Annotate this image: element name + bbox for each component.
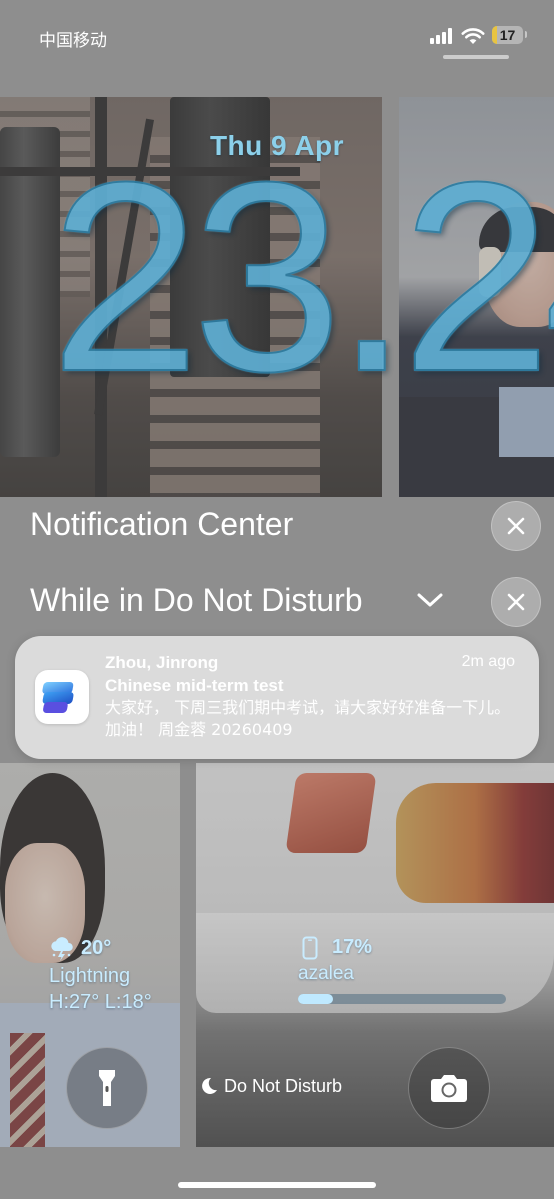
battery-level-text: 17 [499, 27, 516, 43]
clear-group-button[interactable] [491, 577, 541, 627]
control-center-grabber[interactable] [443, 55, 509, 59]
outlook-app-icon [35, 670, 89, 724]
notification-card[interactable]: Zhou, Jinrong 2m ago Chinese mid-term te… [15, 636, 539, 759]
notification-group-title[interactable]: While in Do Not Disturb [30, 582, 363, 619]
focus-label: Do Not Disturb [224, 1076, 343, 1096]
notification-center-title: Notification Center [30, 506, 294, 542]
notification-subject: Chinese mid-term test [105, 676, 284, 695]
battery-widget-fill [298, 994, 334, 1004]
battery-widget-percent: 17% [332, 936, 373, 958]
notification-sender: Zhou, Jinrong [105, 653, 219, 672]
weather-temperature: 20° [81, 937, 112, 959]
cloud-lightning-icon [51, 937, 73, 961]
phone-icon [302, 936, 318, 960]
battery-icon: 17 [492, 26, 523, 44]
battery-widget-progress [298, 994, 506, 1004]
camera-button[interactable] [408, 1047, 490, 1129]
lock-time: 23.24 [50, 158, 554, 398]
flashlight-button[interactable] [66, 1047, 148, 1129]
notification-time: 2m ago [461, 653, 515, 670]
home-indicator[interactable] [178, 1182, 376, 1188]
battery-widget-device: azalea [298, 963, 354, 984]
cellular-signal-icon [430, 28, 454, 44]
moon-icon [202, 1077, 217, 1094]
clear-notification-center-button[interactable] [491, 501, 541, 551]
weather-high-low: H:27° L:18° [49, 991, 152, 1013]
weather-condition: Lightning [49, 965, 131, 987]
chevron-down-icon[interactable] [416, 590, 444, 610]
focus-indicator[interactable]: Do Not Disturb [200, 1076, 342, 1097]
close-icon [507, 517, 525, 535]
status-bar: 中国移动 17 [0, 0, 554, 70]
notification-body: 大家好， 下周三我们期中考试，请大家好好准备一下儿。 加油！ 周金蓉 20260… [105, 698, 511, 739]
wifi-icon [461, 28, 485, 44]
camera-icon [431, 1075, 467, 1102]
carrier-name: 中国移动 [39, 31, 107, 51]
flashlight-icon [99, 1070, 115, 1106]
close-icon [507, 593, 525, 611]
